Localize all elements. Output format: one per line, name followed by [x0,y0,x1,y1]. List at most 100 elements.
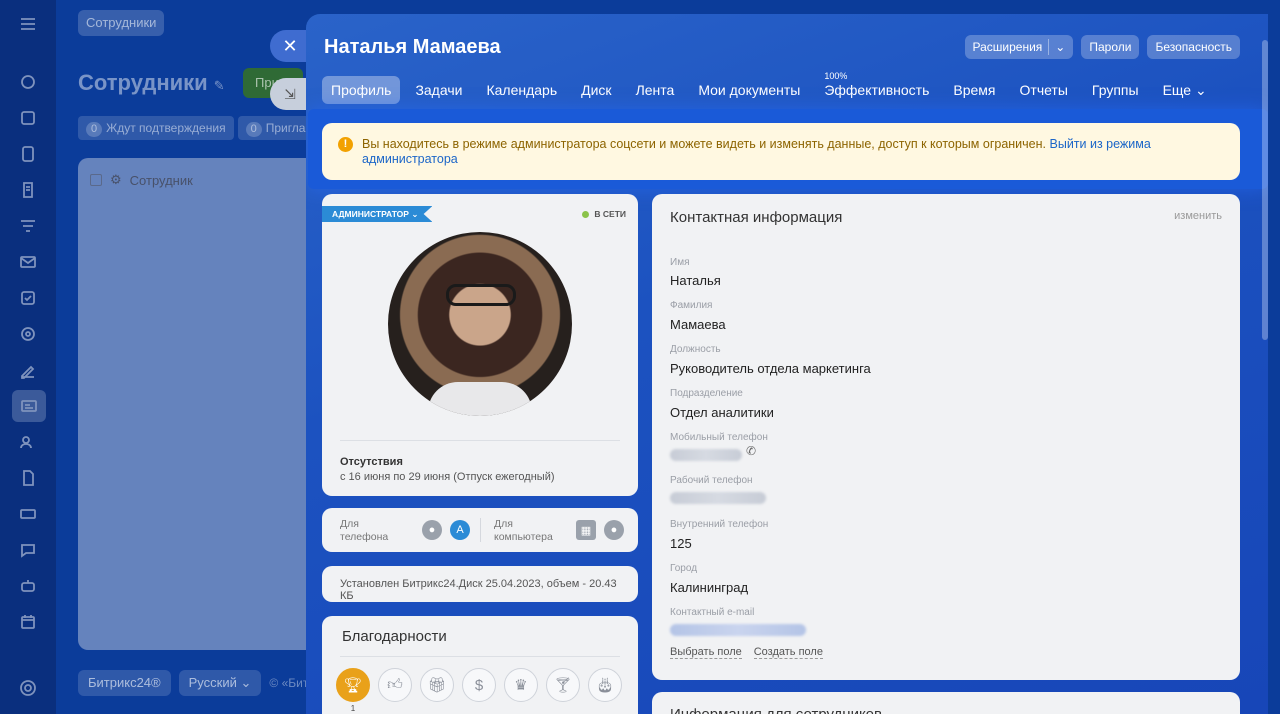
avatar[interactable] [388,232,572,416]
menu-icon[interactable] [16,12,40,36]
edit-icon[interactable]: ✎ [214,78,225,93]
minimize-icon: ⇲ [284,86,296,102]
employees-table: ⚙ Сотрудник [78,158,318,650]
mail-icon[interactable] [16,250,40,274]
gear-icon[interactable]: ⚙ [110,172,122,188]
role-tag-label: АДМИНИСТРАТОР [332,209,409,219]
tab-efficiency[interactable]: 100% Эффективность [815,71,938,104]
create-field-link[interactable]: Создать поле [753,646,823,659]
crown-icon[interactable]: ♛ [504,668,538,702]
notice-text: Вы находитесь в режиме администратора со… [362,137,1047,151]
employee-info-title: Информация для сотрудников [670,706,882,714]
employees-icon[interactable] [12,390,46,422]
windows-icon[interactable]: ▦ [576,520,596,540]
select-all-checkbox[interactable] [90,174,102,186]
sign-icon[interactable] [16,358,40,382]
pc-label-1: Для [494,518,513,530]
language-select[interactable]: Русский ⌄ [178,670,262,696]
first-name-label: Имя [670,257,690,268]
filter-label: Ждут подтверждения [106,121,226,135]
brand-button[interactable]: Битрикс24® [78,670,171,696]
tab-profile[interactable]: Профиль [322,76,401,104]
android-icon[interactable]: ● [422,520,442,540]
contact-title: Контактная информация [670,209,843,226]
filter-count: 0 [245,122,262,137]
minimize-slider-button[interactable]: ⇲ [270,78,310,110]
checkbox-icon[interactable] [16,286,40,310]
profile-slider: Наталья Мамаева Расширения ⌄ Пароли Безоп… [306,14,1268,714]
position-label: Должность [670,344,721,355]
close-slider-button[interactable]: ✕ [270,30,310,62]
thumbs-up-icon[interactable]: 👍︎ [378,668,412,702]
filter-icon[interactable] [16,214,40,238]
language-label: Русский [188,675,237,690]
admin-mode-notice: ! Вы находитесь в режиме администратора … [322,123,1240,180]
crm-icon[interactable] [16,142,40,166]
phone-apps-label: Для телефона [340,518,388,544]
tab-reports[interactable]: Отчеты [1011,76,1077,104]
divider [1048,39,1050,55]
absence-text: с 16 июня по 29 июня (Отпуск ежегодный) [340,471,555,483]
gift-icon[interactable]: 🎁︎ [420,668,454,702]
cocktail-icon[interactable]: 🍸︎ [546,668,580,702]
tab-my-documents[interactable]: Мои документы [689,76,809,104]
settings-icon[interactable] [16,676,40,700]
target-icon[interactable] [16,322,40,346]
passwords-button[interactable]: Пароли [1081,35,1140,59]
appstore-icon[interactable]: A [450,520,470,540]
security-button[interactable]: Безопасность [1147,35,1240,59]
tab-more-label: Еще [1162,82,1192,98]
mobile-value-blurred [670,449,742,461]
thanks-card: Благодарности 🏆︎ 1 👍︎ 🎁︎ $ ♛ 🍸︎ 🎂︎ [322,616,638,714]
tab-tasks[interactable]: Задачи [406,76,471,104]
first-name-value: Наталья [670,273,721,288]
apple-icon[interactable]: ● [604,520,624,540]
work-phone-value-blurred [670,492,766,504]
scrollbar[interactable] [1262,40,1268,340]
last-name-label: Фамилия [670,300,713,311]
file-icon[interactable] [16,466,40,490]
tab-feed[interactable]: Лента [627,76,684,104]
contact-info-card: Контактная информация изменить Имя Натал… [652,194,1240,680]
phone-label-1: Для [340,518,359,530]
contact-edit-link[interactable]: изменить [1174,210,1222,222]
role-tag[interactable]: АДМИНИСТРАТОР ⌄ [322,206,433,222]
feed-icon[interactable] [16,70,40,94]
chat-icon[interactable] [16,538,40,562]
tab-calendar[interactable]: Календарь [477,76,566,104]
cake-icon[interactable]: 🎂︎ [588,668,622,702]
avatar-shirt [428,382,532,416]
filter-chip-pending[interactable]: 0 Ждут подтверждения [78,116,234,140]
tab-time[interactable]: Время [944,76,1004,104]
tab-more[interactable]: Еще ⌄ [1154,76,1216,104]
page-title: Сотрудники ✎ [78,70,225,96]
calendar-icon[interactable] [16,610,40,634]
column-header-employee: Сотрудник [129,172,193,188]
department-label: Подразделение [670,388,743,399]
tasks-icon[interactable] [16,106,40,130]
trophy-icon[interactable]: 🏆︎ 1 [336,668,370,713]
position-value: Руководитель отдела маркетинга [670,361,871,376]
users-icon[interactable] [16,430,40,454]
robot-icon[interactable] [16,574,40,598]
email-value-blurred[interactable] [670,624,806,636]
money-bag-icon[interactable]: $ [462,668,496,702]
employee-info-card: Информация для сотрудников [652,692,1240,714]
warning-icon: ! [338,137,353,152]
inventory-icon[interactable] [16,502,40,526]
internal-phone-value: 125 [670,536,692,551]
apps-card: Для телефона ● A Для компьютера ▦ ● [322,508,638,552]
tab-disk[interactable]: Диск [572,76,620,104]
extensions-button[interactable]: Расширения ⌄ [964,35,1074,59]
badge-count: 1 [350,704,356,713]
breadcrumb[interactable]: Сотрудники [78,10,165,36]
documents-icon[interactable] [16,178,40,202]
online-dot-icon [582,210,590,218]
avatar-glasses [446,284,516,306]
user-name: Наталья Мамаева [324,36,501,58]
phone-icon[interactable]: ✆ [746,444,756,458]
top-actions: Расширения ⌄ Пароли Безопасность [964,35,1240,59]
tab-groups[interactable]: Группы [1083,76,1148,104]
contact-field-actions: Выбрать поле Создать поле [670,646,823,659]
select-field-link[interactable]: Выбрать поле [670,646,742,659]
